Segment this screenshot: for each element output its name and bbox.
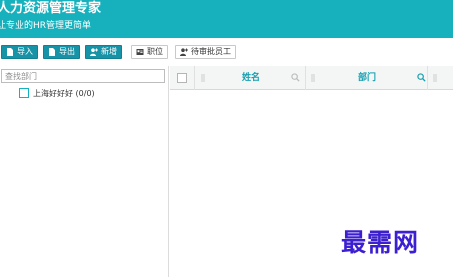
watermark: 最需网 [341,228,420,257]
folder-icon [19,88,29,98]
import-button[interactable]: 导入 [1,45,38,59]
drag-handle-icon[interactable] [311,74,315,82]
position-button[interactable]: 职位 [131,45,168,59]
select-all-checkbox[interactable] [177,73,187,83]
position-button-label: 职位 [147,47,163,56]
column-header-name[interactable]: 姓名 [242,71,260,85]
add-button-label: 新增 [101,47,117,56]
drag-handle-icon[interactable] [201,74,205,82]
grid-header: 姓名 部门 [170,66,453,90]
import-button-label: 导入 [17,47,33,56]
column-divider [194,66,195,90]
document-icon [7,48,13,56]
search-icon[interactable] [417,73,426,82]
app-title: 人力资源管理专家 [0,1,102,16]
add-user-icon [90,48,98,56]
pending-approval-button-label: 待审批员工 [191,47,231,56]
add-button[interactable]: 新增 [85,45,122,59]
export-button[interactable]: 导出 [43,45,80,59]
drag-handle-icon[interactable] [433,74,437,82]
department-panel: 上海好好好 (0/0) [0,66,169,277]
toolbar: 导入 导出 新增 职位 待审批员工 [0,38,453,66]
pending-approval-button[interactable]: 待审批员工 [175,45,236,59]
column-divider [427,66,428,90]
document-icon [49,48,55,56]
export-button-label: 导出 [59,47,75,56]
app-window: 人力资源管理专家 让专业的HR管理更简单 导入 导出 新增 职位 待审批员工 查… [0,0,453,277]
search-icon[interactable] [291,73,300,82]
column-divider [305,66,306,90]
add-user-icon [180,48,188,56]
app-subtitle: 让专业的HR管理更简单 [0,21,92,31]
id-card-icon [136,49,144,55]
tree-node-label: 上海好好好 (0/0) [33,88,95,98]
column-header-department[interactable]: 部门 [358,71,376,85]
app-header: 人力资源管理专家 让专业的HR管理更简单 [0,0,453,38]
tree-node-department[interactable]: 上海好好好 (0/0) [19,87,95,99]
department-search-input[interactable] [1,69,165,83]
